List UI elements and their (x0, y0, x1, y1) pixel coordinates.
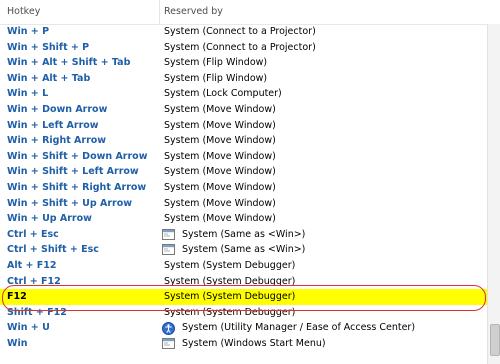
reserved-by-cell: System (Connect to a Projector) (164, 26, 316, 37)
hotkey-cell: Win + Right Arrow (7, 135, 107, 147)
hotkey-cell: Win + Shift + Left Arrow (7, 166, 139, 178)
table-row-selected[interactable]: F12 System (System Debugger) (0, 289, 488, 305)
reserved-by-cell: System (Move Window) (164, 135, 276, 147)
reserved-by-cell: System (Move Window) (164, 213, 276, 225)
reserved-by-cell: System (Windows Start Menu) (182, 337, 326, 349)
table-row[interactable]: Win + Alt + Shift + Tab System (Flip Wind… (0, 55, 488, 71)
table-row[interactable]: Shift + F12 System (System Debugger) (0, 305, 488, 321)
hotkey-cell: Win + Down Arrow (7, 103, 108, 115)
ease-of-access-icon (162, 322, 175, 336)
hotkey-cell: Win + Alt + Shift + Tab (7, 57, 131, 69)
hotkey-cell: Win + P (7, 26, 50, 37)
list-header: Hotkey Reserved by (0, 0, 500, 25)
hotkey-cell: Ctrl + F12 (7, 275, 61, 287)
table-row[interactable]: Win + Shift + Right Arrow System (Move Wi… (0, 180, 488, 196)
hotkey-cell: Win + Up Arrow (7, 213, 92, 225)
reserved-by-cell: System (Move Window) (164, 181, 276, 193)
scrollbar-thumb[interactable] (490, 324, 500, 356)
table-row[interactable]: Ctrl + Shift + Esc System (Same as <Win>) (0, 242, 488, 258)
hotkey-list: Hotkey Reserved by Win + P System (Connec… (0, 0, 500, 364)
hotkey-cell: Win + Alt + Tab (7, 72, 91, 84)
reserved-by-cell: System (System Debugger) (164, 275, 296, 287)
reserved-by-cell: System (Move Window) (164, 197, 276, 209)
hotkey-rows: Win + P System (Connect to a Projector) Wi… (0, 24, 488, 351)
hotkey-cell: Win + L (7, 88, 49, 100)
table-row[interactable]: Win + P System (Connect to a Projector) (0, 24, 488, 40)
reserved-by-cell: System (System Debugger) (164, 259, 296, 271)
table-row[interactable]: Win + Alt + Tab System (Flip Window) (0, 71, 488, 87)
reserved-by-cell: System (Lock Computer) (164, 88, 282, 100)
table-row[interactable]: Win + Left Arrow System (Move Window) (0, 118, 488, 134)
column-divider[interactable] (159, 0, 160, 24)
window-icon (162, 228, 175, 240)
table-row[interactable]: Win System (Windows Start Menu) (0, 336, 488, 352)
hotkey-cell: Ctrl + Shift + Esc (7, 244, 99, 256)
table-row[interactable]: Win + Right Arrow System (Move Window) (0, 133, 488, 149)
table-row[interactable]: Win + Shift + Left Arrow System (Move Win… (0, 164, 488, 180)
table-row[interactable]: Ctrl + Esc System (Same as <Win>) (0, 227, 488, 243)
reserved-by-cell: System (Connect to a Projector) (164, 41, 316, 53)
reserved-by-cell: System (Move Window) (164, 166, 276, 178)
reserved-by-cell: System (System Debugger) (164, 291, 296, 303)
hotkey-cell: Win + Shift + Right Arrow (7, 181, 147, 193)
column-header-reserved-by[interactable]: Reserved by (164, 6, 223, 17)
hotkey-cell: Ctrl + Esc (7, 228, 59, 240)
hotkey-cell: Win (7, 337, 28, 349)
table-row[interactable]: Win + U System (Utility Manager / Ease of… (0, 320, 488, 336)
reserved-by-cell: System (Same as <Win>) (182, 244, 306, 256)
hotkey-cell: Win + Shift + Down Arrow (7, 150, 148, 162)
table-row[interactable]: Ctrl + F12 System (System Debugger) (0, 274, 488, 290)
window-icon (162, 244, 175, 256)
hotkey-cell: F12 (7, 291, 27, 303)
table-row[interactable]: Win + Down Arrow System (Move Window) (0, 102, 488, 118)
vertical-scrollbar[interactable] (487, 24, 500, 364)
hotkey-cell: Alt + F12 (7, 259, 57, 271)
reserved-by-cell: System (System Debugger) (164, 306, 296, 318)
reserved-by-cell: System (Move Window) (164, 103, 276, 115)
table-row[interactable]: Win + L System (Lock Computer) (0, 86, 488, 102)
hotkey-cell: Win + Shift + Up Arrow (7, 197, 133, 209)
table-row[interactable]: Alt + F12 System (System Debugger) (0, 258, 488, 274)
table-row[interactable]: Win + Shift + Up Arrow System (Move Windo… (0, 196, 488, 212)
hotkey-cell: Win + U (7, 322, 50, 334)
hotkey-cell: Win + Shift + P (7, 41, 90, 53)
hotkey-cell: Win + Left Arrow (7, 119, 99, 131)
table-row[interactable]: Win + Up Arrow System (Move Window) (0, 211, 488, 227)
column-header-hotkey[interactable]: Hotkey (7, 6, 40, 17)
reserved-by-cell: System (Flip Window) (164, 72, 268, 84)
table-row[interactable]: Win + Shift + P System (Connect to a Proj… (0, 40, 488, 56)
reserved-by-cell: System (Flip Window) (164, 57, 268, 69)
reserved-by-cell: System (Utility Manager / Ease of Access… (182, 322, 416, 334)
window-icon (162, 337, 175, 349)
table-row[interactable]: Win + Shift + Down Arrow System (Move Win… (0, 149, 488, 165)
reserved-by-cell: System (Same as <Win>) (182, 228, 306, 240)
hotkey-cell: Shift + F12 (7, 306, 67, 318)
reserved-by-cell: System (Move Window) (164, 150, 276, 162)
reserved-by-cell: System (Move Window) (164, 119, 276, 131)
